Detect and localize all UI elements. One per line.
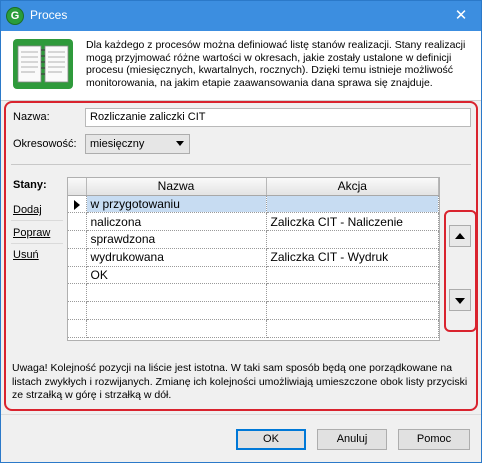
table-row[interactable] xyxy=(68,319,439,338)
app-logo-icon: G xyxy=(6,7,24,25)
state-name-cell[interactable]: w przygotowaniu xyxy=(86,195,267,214)
state-name-cell[interactable] xyxy=(86,301,267,321)
state-action-cell[interactable]: Zaliczka CIT - Wydruk xyxy=(266,248,439,267)
row-indicator xyxy=(68,319,87,338)
help-button[interactable]: Pomoc xyxy=(398,429,470,450)
edit-link[interactable]: Popraw xyxy=(13,227,50,239)
info-header: Dla każdego z procesów można definiować … xyxy=(1,31,481,101)
move-up-button[interactable] xyxy=(449,225,471,247)
cancel-button[interactable]: Anuluj xyxy=(317,429,387,450)
arrow-up-icon xyxy=(455,233,465,239)
column-header-name[interactable]: Nazwa xyxy=(86,178,267,196)
window-title: Proces xyxy=(30,8,68,22)
state-action-cell[interactable]: Zaliczka CIT - Naliczenie xyxy=(266,212,439,232)
state-name-cell[interactable]: naliczona xyxy=(86,212,267,232)
row-pointer-icon xyxy=(73,199,80,210)
chevron-down-icon xyxy=(176,141,184,146)
header-description: Dla każdego z procesów można definiować … xyxy=(86,39,466,89)
process-dialog: G Proces ✕ Dla każdego z procesów można … xyxy=(0,0,482,463)
table-row[interactable] xyxy=(68,301,439,321)
row-indicator xyxy=(68,266,87,285)
add-link[interactable]: Dodaj xyxy=(13,204,42,216)
delete-link[interactable]: Usuń xyxy=(13,249,39,261)
footer-divider xyxy=(1,414,481,415)
state-name-cell[interactable]: OK xyxy=(86,266,267,285)
state-name-cell[interactable]: sprawdzona xyxy=(86,230,267,249)
state-name-cell[interactable] xyxy=(86,283,267,303)
state-action-cell[interactable] xyxy=(266,283,439,303)
divider xyxy=(11,164,471,165)
states-label: Stany: xyxy=(13,179,47,191)
move-down-button[interactable] xyxy=(449,289,471,311)
table-row[interactable]: OK xyxy=(68,266,439,285)
row-indicator xyxy=(68,248,87,267)
link-separator xyxy=(11,243,63,244)
link-separator xyxy=(11,220,63,221)
state-action-cell[interactable] xyxy=(266,301,439,321)
title-bar: G Proces ✕ xyxy=(1,1,481,31)
state-action-cell[interactable] xyxy=(266,230,439,249)
table-row[interactable]: w przygotowaniu xyxy=(68,195,439,214)
states-grid: Nazwa Akcja w przygotowaniu naliczona Zali… xyxy=(67,177,440,341)
row-indicator xyxy=(68,301,87,321)
column-header-action[interactable]: Akcja xyxy=(266,178,439,196)
state-action-cell[interactable] xyxy=(266,195,439,214)
state-name-cell[interactable] xyxy=(86,319,267,338)
name-field[interactable]: Rozliczanie zaliczki CIT xyxy=(85,108,471,127)
state-action-cell[interactable] xyxy=(266,319,439,338)
table-row[interactable]: naliczona Zaliczka CIT - Naliczenie xyxy=(68,212,439,232)
order-note: Uwaga! Kolejność pozycji na liście jest … xyxy=(12,362,468,401)
name-label: Nazwa: xyxy=(13,111,50,123)
state-name-cell[interactable]: wydrukowana xyxy=(86,248,267,267)
period-label: Okresowość: xyxy=(13,138,77,150)
state-action-cell[interactable] xyxy=(266,266,439,285)
ok-button[interactable]: OK xyxy=(236,429,306,450)
arrow-down-icon xyxy=(455,298,465,304)
row-indicator xyxy=(68,195,87,214)
grid-header-indicator xyxy=(68,178,87,196)
book-icon xyxy=(13,39,73,89)
period-select-value: miesięczny xyxy=(90,138,145,150)
close-icon[interactable]: ✕ xyxy=(441,1,481,31)
row-indicator xyxy=(68,230,87,249)
table-row[interactable]: sprawdzona xyxy=(68,230,439,249)
period-select[interactable]: miesięczny xyxy=(85,134,190,154)
row-indicator xyxy=(68,212,87,232)
row-indicator xyxy=(68,283,87,303)
table-row[interactable] xyxy=(68,283,439,303)
table-row[interactable]: wydrukowana Zaliczka CIT - Wydruk xyxy=(68,248,439,267)
